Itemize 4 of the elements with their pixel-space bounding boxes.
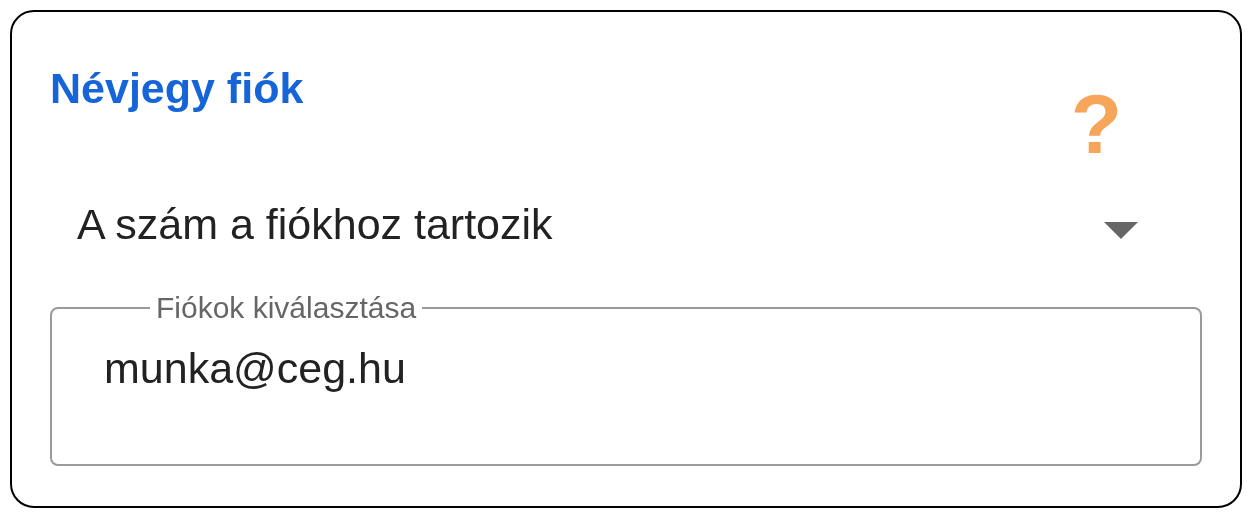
card-title: Névjegy fiók xyxy=(50,63,304,114)
account-dropdown[interactable]: A szám a fiókhoz tartozik xyxy=(77,194,1202,254)
field-label: Fiókok kiválasztása xyxy=(155,290,418,326)
caret-icon xyxy=(1104,221,1138,239)
